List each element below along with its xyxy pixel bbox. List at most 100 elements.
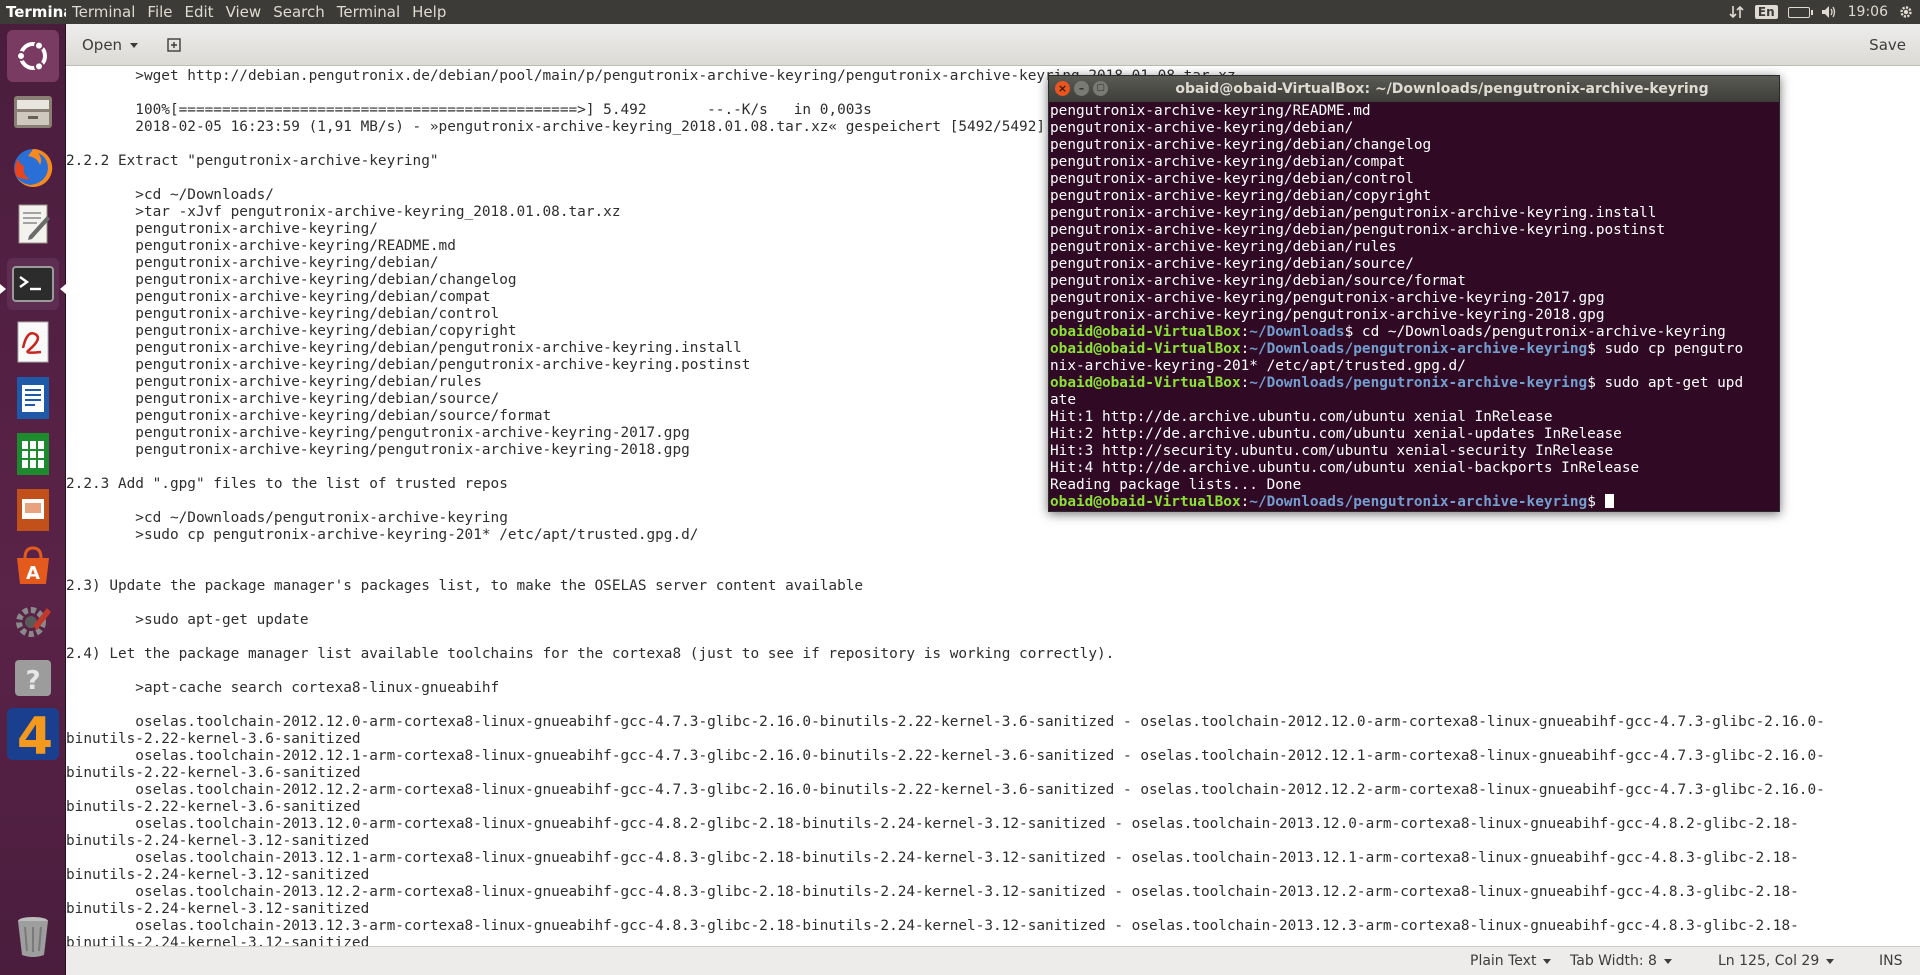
editor-line[interactable]: pengutronix-archive-keyring/debian/compa… — [66, 289, 490, 305]
clock[interactable]: 19:06 — [1848, 4, 1888, 20]
terminal-output-top: pengutronix-archive-keyring/README.md pe… — [1050, 103, 1666, 323]
editor-line[interactable]: oselas.toolchain-2012.12.0-arm-cortexa8-… — [66, 714, 1824, 730]
editor-line[interactable]: binutils-2.24-kernel-3.12-sanitized — [66, 833, 369, 849]
menu-edit[interactable]: Edit — [179, 3, 220, 21]
updown-arrows-icon[interactable] — [1729, 4, 1745, 20]
file-manager-icon[interactable] — [7, 86, 59, 138]
maximize-icon[interactable]: ▢ — [1093, 81, 1108, 96]
terminal-icon[interactable] — [7, 258, 59, 310]
editor-line[interactable]: oselas.toolchain-2013.12.1-arm-cortexa8-… — [66, 850, 1798, 866]
terminal-output-bottom: Hit:1 http://de.archive.ubuntu.com/ubunt… — [1050, 409, 1640, 493]
editor-line[interactable]: binutils-2.22-kernel-3.6-sanitized — [66, 731, 361, 747]
chevron-down-icon — [1543, 958, 1552, 964]
editor-line[interactable]: 2018-02-05 16:23:59 (1,91 MB/s) - »pengu… — [66, 119, 1045, 135]
editor-line[interactable]: >sudo apt-get update — [66, 612, 308, 628]
cursor-position[interactable]: Ln 125, Col 29 — [1718, 953, 1835, 969]
launcher: A ? 4 — [0, 24, 66, 975]
impress-icon[interactable] — [7, 484, 59, 536]
app-4-icon[interactable]: 4 — [7, 708, 59, 760]
prompt-path: ~/Downloads/pengutronix-archive-keyring — [1249, 341, 1588, 357]
text-editor-icon[interactable] — [7, 198, 59, 250]
prompt-user: obaid@obaid-VirtualBox — [1050, 375, 1241, 391]
new-document-icon — [167, 38, 181, 52]
editor-line[interactable]: oselas.toolchain-2012.12.1-arm-cortexa8-… — [66, 748, 1824, 764]
editor-line[interactable]: >cd ~/Downloads/ — [66, 187, 274, 203]
speaker-icon[interactable] — [1820, 4, 1838, 20]
close-icon[interactable]: × — [1055, 81, 1070, 96]
chevron-down-icon — [130, 42, 139, 48]
terminal-titlebar[interactable]: × – ▢ obaid@obaid-VirtualBox: ~/Download… — [1049, 76, 1779, 102]
save-button[interactable]: Save — [1861, 32, 1914, 58]
tab-width-selector[interactable]: Tab Width: 8 — [1570, 953, 1672, 969]
editor-line[interactable]: oselas.toolchain-2013.12.2-arm-cortexa8-… — [66, 884, 1798, 900]
editor-line[interactable]: binutils-2.24-kernel-3.12-sanitized — [66, 935, 369, 946]
cursor-position-label: Ln 125, Col 29 — [1718, 953, 1820, 969]
editor-line[interactable]: binutils-2.24-kernel-3.12-sanitized — [66, 901, 369, 917]
editor-line[interactable]: oselas.toolchain-2012.12.2-arm-cortexa8-… — [66, 782, 1824, 798]
prompt-path: ~/Downloads — [1249, 324, 1345, 340]
editor-line[interactable]: >apt-cache search cortexa8-linux-gnueabi… — [66, 680, 499, 696]
editor-line[interactable]: pengutronix-archive-keyring/debian/pengu… — [66, 357, 750, 373]
settings-icon[interactable] — [7, 596, 59, 648]
keyboard-language: En — [1754, 5, 1778, 19]
trash-icon[interactable] — [7, 910, 59, 962]
editor-line[interactable]: pengutronix-archive-keyring/debian/pengu… — [66, 340, 742, 356]
editor-line[interactable]: pengutronix-archive-keyring/debian/ — [66, 255, 438, 271]
menu-view[interactable]: View — [220, 3, 268, 21]
minimize-icon[interactable]: – — [1074, 81, 1089, 96]
battery-icon[interactable] — [1787, 6, 1813, 18]
prompt-path: ~/Downloads/pengutronix-archive-keyring — [1249, 494, 1588, 510]
menu-file[interactable]: File — [141, 3, 178, 21]
menu-search[interactable]: Search — [267, 3, 331, 21]
open-button-label: Open — [82, 36, 123, 54]
firefox-icon[interactable] — [7, 142, 59, 194]
calc-icon[interactable] — [7, 428, 59, 480]
prompt-user: obaid@obaid-VirtualBox — [1050, 494, 1241, 510]
terminal-window[interactable]: × – ▢ obaid@obaid-VirtualBox: ~/Download… — [1048, 75, 1780, 512]
open-button[interactable]: Open — [74, 32, 146, 58]
editor-line[interactable]: pengutronix-archive-keyring/debian/rules — [66, 374, 482, 390]
chevron-down-icon — [1826, 958, 1835, 964]
editor-line[interactable]: 2.2.2 Extract "pengutronix-archive-keyri… — [66, 153, 439, 169]
editor-line[interactable]: pengutronix-archive-keyring/pengutronix-… — [66, 425, 690, 441]
app-menu: Terminal File Edit View Search Terminal … — [66, 3, 452, 21]
editor-toolbar: Open Save — [66, 24, 1920, 66]
ubuntu-dash-icon[interactable] — [7, 30, 59, 82]
software-center-icon[interactable]: A — [7, 540, 59, 592]
editor-line[interactable]: >sudo cp pengutronix-archive-keyring-201… — [66, 527, 698, 543]
editor-line[interactable]: binutils-2.24-kernel-3.12-sanitized — [66, 867, 369, 883]
help-icon[interactable]: ? — [7, 652, 59, 704]
keyboard-layout-indicator[interactable]: En — [1754, 5, 1778, 19]
terminal-output[interactable]: pengutronix-archive-keyring/README.md pe… — [1049, 102, 1779, 511]
editor-line[interactable]: 2.4) Let the package manager list availa… — [66, 646, 1114, 662]
editor-line[interactable]: binutils-2.22-kernel-3.6-sanitized — [66, 765, 361, 781]
editor-line[interactable]: binutils-2.22-kernel-3.6-sanitized — [66, 799, 361, 815]
gear-icon[interactable] — [1898, 4, 1914, 20]
evince-icon[interactable] — [7, 316, 59, 368]
language-selector[interactable]: Plain Text — [1470, 953, 1552, 969]
editor-line[interactable]: 100%[===================================… — [66, 102, 871, 118]
editor-line[interactable]: pengutronix-archive-keyring/pengutronix-… — [66, 442, 690, 458]
editor-line[interactable]: pengutronix-archive-keyring/debian/contr… — [66, 306, 499, 322]
editor-line[interactable]: pengutronix-archive-keyring/debian/sourc… — [66, 408, 551, 424]
editor-line[interactable]: 2.3) Update the package manager's packag… — [66, 578, 863, 594]
editor-line[interactable]: pengutronix-archive-keyring/README.md — [66, 238, 456, 254]
menu-terminal-2[interactable]: Terminal — [331, 3, 406, 21]
chevron-down-icon — [1663, 958, 1672, 964]
editor-line[interactable]: >cd ~/Downloads/pengutronix-archive-keyr… — [66, 510, 508, 526]
editor-line[interactable]: oselas.toolchain-2013.12.3-arm-cortexa8-… — [66, 918, 1798, 934]
editor-line[interactable]: pengutronix-archive-keyring/debian/copyr… — [66, 323, 516, 339]
writer-icon[interactable] — [7, 372, 59, 424]
editor-line[interactable]: 2.2.3 Add ".gpg" files to the list of tr… — [66, 476, 508, 492]
menu-help[interactable]: Help — [406, 3, 452, 21]
new-tab-button[interactable] — [158, 32, 190, 58]
insert-mode: INS — [1879, 953, 1903, 969]
editor-line[interactable]: pengutronix-archive-keyring/debian/chang… — [66, 272, 516, 288]
editor-line[interactable]: oselas.toolchain-2013.12.0-arm-cortexa8-… — [66, 816, 1798, 832]
text-cursor — [1604, 494, 1614, 508]
menu-terminal[interactable]: Terminal — [66, 3, 141, 21]
terminal-body[interactable]: pengutronix-archive-keyring/README.md pe… — [1049, 102, 1779, 511]
editor-line[interactable]: pengutronix-archive-keyring/ — [66, 221, 378, 237]
editor-line[interactable]: pengutronix-archive-keyring/debian/sourc… — [66, 391, 499, 407]
editor-line[interactable]: >tar -xJvf pengutronix-archive-keyring_2… — [66, 204, 620, 220]
